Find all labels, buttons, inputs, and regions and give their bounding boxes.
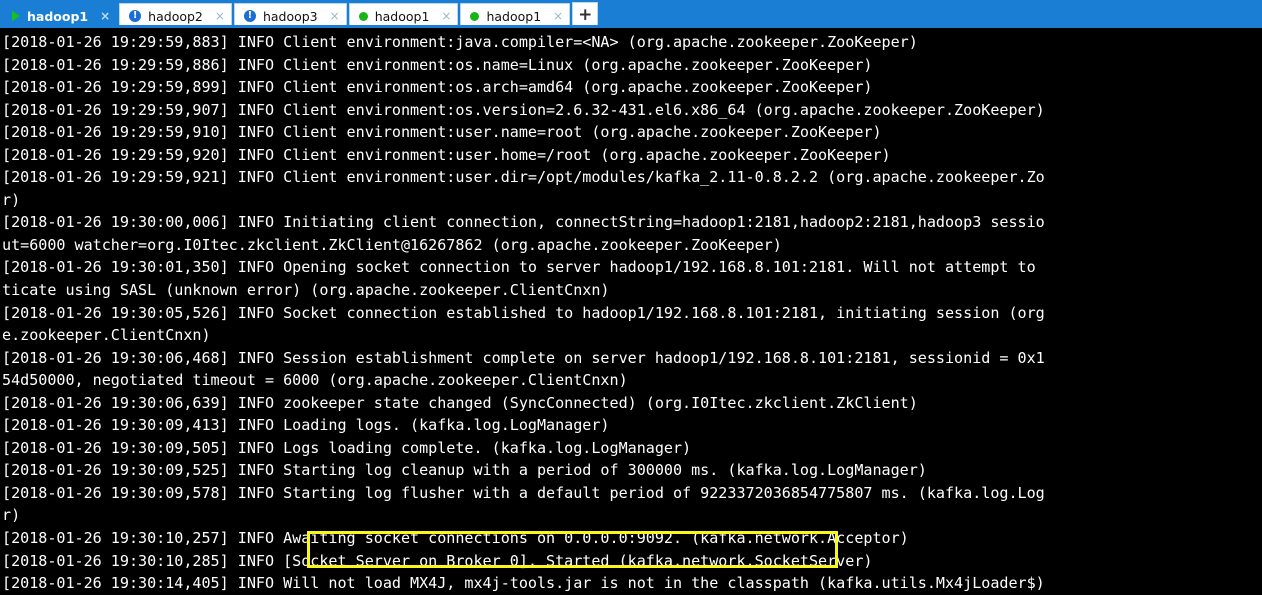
play-icon bbox=[12, 11, 20, 21]
terminal-line: [2018-01-26 19:30:00,006] INFO Initiatin… bbox=[2, 213, 1045, 232]
terminal-line: [2018-01-26 19:30:06,468] INFO Session e… bbox=[2, 348, 1045, 367]
terminal-line: [2018-01-26 19:30:06,639] INFO zookeeper… bbox=[2, 393, 918, 412]
terminal-line: [2018-01-26 19:30:14,405] INFO Will not … bbox=[2, 574, 1045, 593]
tab-hadoop2-1[interactable]: hadoop2 × bbox=[119, 3, 232, 28]
close-icon[interactable]: × bbox=[328, 10, 340, 22]
terminal-line: [2018-01-26 19:29:59,921] INFO Client en… bbox=[2, 168, 1045, 187]
close-icon[interactable]: × bbox=[213, 10, 225, 22]
tab-hadoop1-3[interactable]: hadoop1 × bbox=[348, 3, 459, 28]
terminal-line: e.zookeeper.ClientCnxn) bbox=[2, 326, 211, 345]
tab-hadoop1-4[interactable]: hadoop1 × bbox=[460, 3, 571, 28]
alert-circle-icon bbox=[129, 9, 142, 22]
terminal-line: [2018-01-26 19:29:59,899] INFO Client en… bbox=[2, 78, 873, 97]
status-dot-icon bbox=[358, 11, 368, 21]
new-tab-button[interactable]: + bbox=[572, 2, 599, 28]
terminal-line: [2018-01-26 19:29:59,907] INFO Client en… bbox=[2, 100, 1045, 119]
close-icon[interactable]: × bbox=[439, 10, 451, 22]
terminal-line: ut=6000 watcher=org.I0Itec.zkclient.ZkCl… bbox=[2, 235, 782, 254]
tab-hadoop3-2[interactable]: hadoop3 × bbox=[233, 3, 347, 28]
close-icon[interactable]: × bbox=[551, 10, 563, 22]
terminal-line: ticate using SASL (unknown error) (org.a… bbox=[2, 281, 610, 300]
tab-bar: hadoop1 × hadoop2 × hadoop3 × hadoop1 × hadoop1 ×… bbox=[0, 0, 1262, 28]
tab-label: hadoop1 bbox=[486, 8, 542, 24]
status-dot-icon bbox=[470, 11, 480, 21]
tab-hadoop1-0[interactable]: hadoop1 × bbox=[2, 3, 118, 28]
tab-label: hadoop1 bbox=[27, 8, 89, 24]
terminal-line: [2018-01-26 19:29:59,886] INFO Client en… bbox=[2, 55, 873, 74]
terminal-line: [2018-01-26 19:30:09,578] INFO Starting … bbox=[2, 483, 1045, 502]
terminal-output[interactable]: [2018-01-26 19:29:59,883] INFO Client en… bbox=[0, 28, 1262, 595]
terminal-line: [2018-01-26 19:30:09,413] INFO Loading l… bbox=[2, 416, 610, 435]
terminal-line: [2018-01-26 19:30:09,525] INFO Starting … bbox=[2, 461, 927, 480]
tab-label: hadoop3 bbox=[262, 8, 318, 24]
alert-circle-icon bbox=[243, 9, 256, 22]
terminal-line: [2018-01-26 19:30:10,285] INFO [Socket S… bbox=[2, 551, 873, 570]
tab-label: hadoop2 bbox=[148, 8, 203, 24]
terminal-line: [2018-01-26 19:30:01,350] INFO Opening s… bbox=[2, 258, 1045, 277]
terminal-line: [2018-01-26 19:29:59,920] INFO Client en… bbox=[2, 145, 891, 164]
terminal-line: r) bbox=[2, 190, 21, 209]
tab-label: hadoop1 bbox=[374, 8, 430, 24]
terminal-line: [2018-01-26 19:30:05,526] INFO Socket co… bbox=[2, 303, 1045, 322]
terminal-line: 54d50000, negotiated timeout = 6000 (org… bbox=[2, 371, 628, 390]
terminal-line: [2018-01-26 19:29:59,883] INFO Client en… bbox=[2, 33, 918, 51]
terminal-lines: [2018-01-26 19:29:59,883] INFO Client en… bbox=[2, 31, 1262, 595]
terminal-line: [2018-01-26 19:30:09,505] INFO Logs load… bbox=[2, 438, 692, 457]
close-icon[interactable]: × bbox=[98, 10, 110, 22]
terminal-line: [2018-01-26 19:30:10,257] INFO Awaiting … bbox=[2, 529, 909, 548]
terminal-line: r) bbox=[2, 506, 21, 525]
terminal-line: [2018-01-26 19:29:59,910] INFO Client en… bbox=[2, 123, 882, 142]
